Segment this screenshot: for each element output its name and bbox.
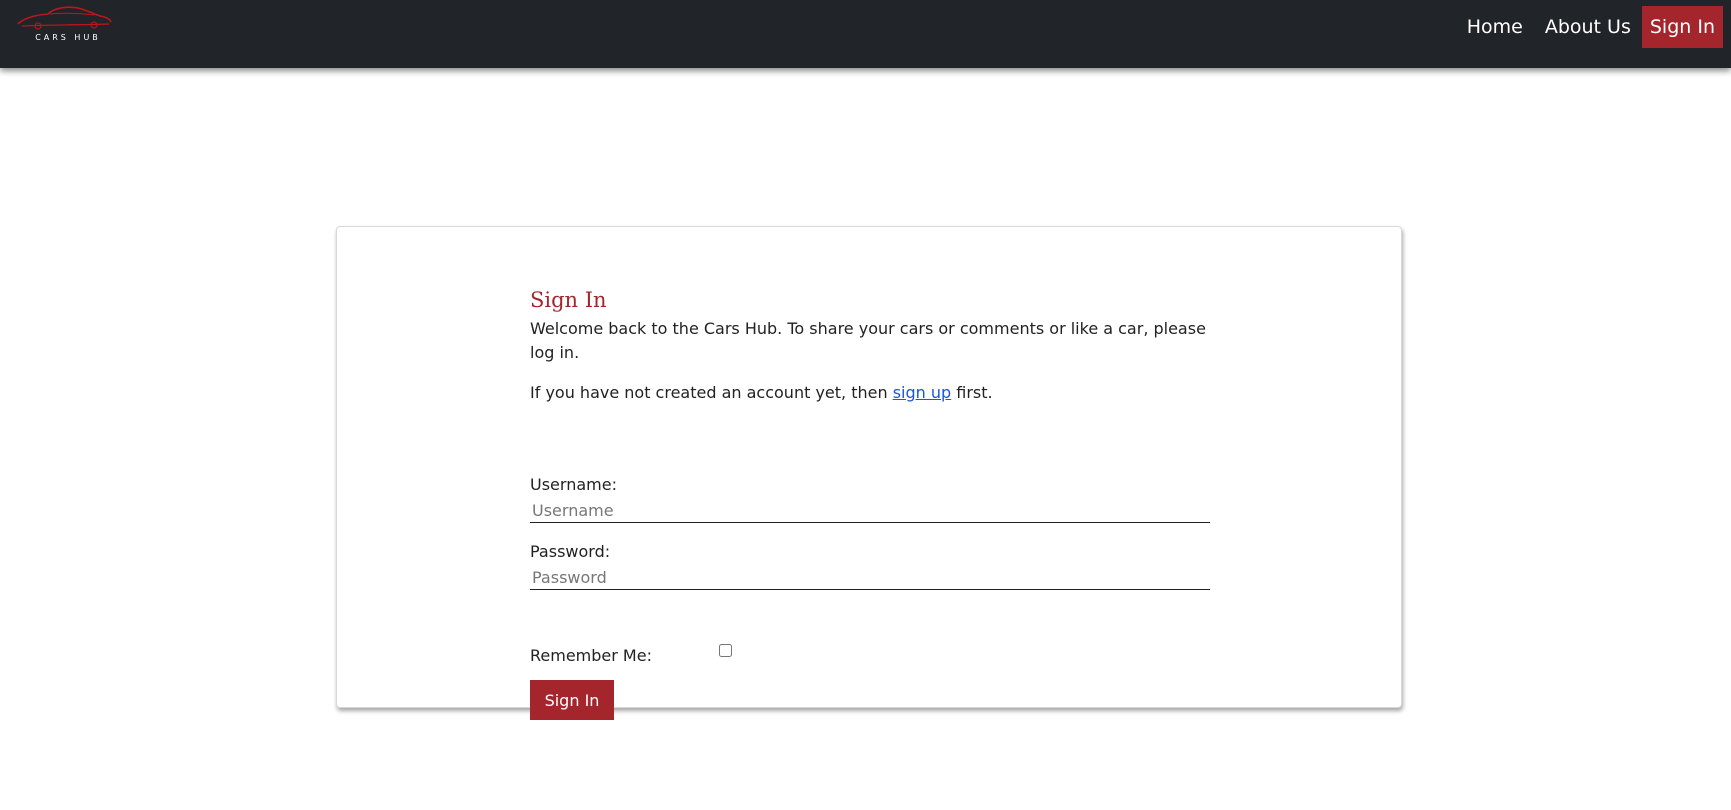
username-input[interactable]	[530, 499, 1210, 523]
page-title: Sign In	[530, 288, 607, 312]
brand-name: CARS HUB	[35, 33, 101, 42]
nav-signin-link[interactable]: Sign In	[1641, 6, 1723, 48]
signup-suffix: first.	[951, 383, 993, 402]
password-input[interactable]	[530, 566, 1210, 590]
signup-text: If you have not created an account yet, …	[530, 381, 1210, 405]
top-navbar: CARS HUB Home About Us Sign In	[0, 0, 1731, 68]
signin-card: Sign In Welcome back to the Cars Hub. To…	[336, 226, 1402, 720]
car-silhouette-icon	[17, 6, 112, 30]
password-label: Password:	[530, 542, 611, 561]
remember-label: Remember Me:	[530, 646, 652, 665]
brand-logo-link[interactable]: CARS HUB	[14, 4, 114, 48]
nav-links: Home About Us Sign In	[1456, 6, 1723, 48]
signup-prefix: If you have not created an account yet, …	[530, 383, 893, 402]
signup-link[interactable]: sign up	[893, 383, 951, 402]
nav-about-link[interactable]: About Us	[1534, 6, 1642, 48]
username-label: Username:	[530, 475, 617, 494]
signin-submit-button[interactable]: Sign In	[530, 680, 614, 720]
remember-row: Remember Me:	[530, 644, 830, 666]
remember-checkbox[interactable]	[719, 644, 732, 657]
nav-home-link[interactable]: Home	[1456, 6, 1534, 48]
intro-text: Welcome back to the Cars Hub. To share y…	[530, 319, 1206, 362]
